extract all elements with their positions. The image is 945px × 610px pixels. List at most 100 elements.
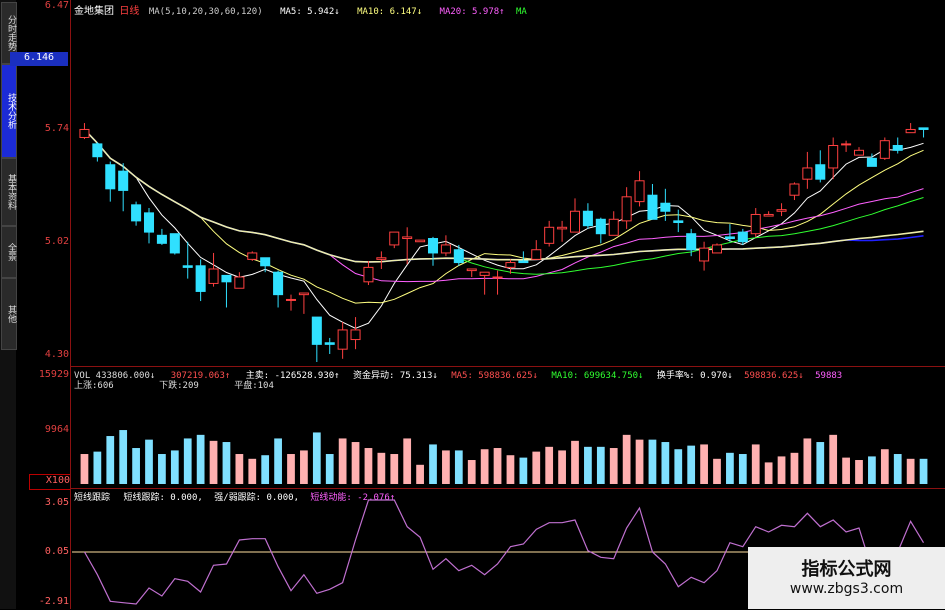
candle-body [195, 265, 206, 292]
candle-body [208, 268, 219, 284]
chart-canvas [72, 123, 940, 605]
ma20-line [84, 129, 924, 283]
candle-body [402, 236, 413, 240]
candle-body [376, 257, 387, 260]
volume-bar [274, 438, 282, 484]
volume-bar [687, 445, 696, 484]
volume-bar [790, 452, 799, 484]
candle-body [815, 164, 826, 180]
volume-bar [183, 438, 192, 484]
volume-bar [855, 460, 863, 484]
candle-body [608, 218, 619, 236]
volume-bar [842, 457, 850, 484]
candle-body [905, 128, 916, 134]
candle-body [260, 257, 271, 267]
candle-body [647, 194, 658, 220]
candle-body [131, 204, 142, 222]
candlestick-series [79, 123, 929, 362]
candle-body [866, 157, 877, 167]
volume-bar [829, 434, 838, 484]
volume-bar [868, 456, 876, 484]
volume-bar [674, 449, 683, 484]
volume-bar [467, 460, 476, 484]
candle-body [711, 244, 723, 254]
volume-bar [893, 454, 902, 484]
volume-bar [635, 439, 644, 484]
candle-body [892, 145, 903, 151]
candle-body [660, 202, 671, 212]
candle-body [350, 329, 361, 341]
volume-bar [429, 444, 437, 484]
candle-body [298, 292, 309, 296]
candle-body [841, 143, 852, 146]
candle-body [324, 342, 335, 345]
candle-body [544, 226, 555, 244]
watermark-url: www.zbgs3.com [789, 581, 904, 597]
volume-bar [261, 455, 270, 484]
volume-bar [506, 455, 515, 484]
candle-body [92, 143, 103, 158]
watermark-title: 指标公式网 [801, 559, 892, 580]
candle-body [582, 210, 593, 227]
candle-body [750, 213, 761, 235]
candle-body [337, 329, 348, 350]
candle-body [105, 164, 116, 190]
candle-body [492, 276, 503, 279]
candle-body [453, 249, 464, 264]
candle-body [737, 231, 748, 243]
volume-bar [119, 430, 128, 484]
candle-body [466, 268, 477, 272]
candle-body [273, 271, 284, 296]
volume-bar [300, 450, 308, 484]
volume-bar [338, 438, 347, 484]
volume-bar [726, 452, 734, 484]
candle-body [763, 213, 774, 217]
volume-bar [648, 439, 657, 484]
volume-bar [454, 450, 463, 484]
candle-body [143, 212, 155, 233]
volume-bar [764, 462, 773, 484]
volume-bar [777, 456, 786, 484]
candle-body [79, 128, 90, 138]
candle-body [724, 236, 735, 240]
volume-bar [377, 452, 386, 484]
volume-bar [803, 438, 812, 484]
candle-body [569, 210, 581, 233]
volume-bar [713, 458, 721, 484]
volume-bar [480, 449, 489, 484]
candle-body [686, 233, 697, 251]
candle-body [518, 260, 529, 264]
candle-body [673, 220, 684, 223]
candle-body [247, 252, 258, 260]
volume-bar [158, 454, 166, 484]
volume-bar [584, 446, 592, 484]
volume-bar [558, 450, 566, 484]
volume-bar [442, 450, 450, 484]
candle-body [557, 226, 568, 230]
volume-bar [170, 450, 179, 484]
volume-bar [532, 451, 541, 484]
candle-body [427, 238, 439, 254]
candle-body [285, 298, 297, 301]
volume-bar [390, 454, 399, 484]
moving-average-lines [83, 128, 924, 329]
candle-body [415, 239, 426, 243]
candle-body [363, 266, 374, 283]
candle-body [789, 183, 800, 196]
volume-bar [248, 458, 257, 484]
ma5-line [84, 129, 924, 329]
volume-bar [196, 434, 205, 484]
candle-body [118, 170, 129, 191]
volume-bar [816, 442, 825, 484]
volume-bar [222, 442, 231, 484]
volume-bar [80, 454, 89, 484]
volume-bar [132, 448, 140, 484]
volume-bar [93, 451, 102, 484]
stock-chart-window: 分时走势 技术分析 基本资料 全景 其他 6.47 6.146 5.74 5.0… [0, 0, 945, 609]
volume-bar [493, 448, 502, 484]
candle-body [440, 244, 451, 254]
candle-body [182, 265, 193, 268]
volume-bar [351, 442, 360, 484]
volume-bar [364, 448, 373, 484]
volume-bar [919, 458, 928, 484]
